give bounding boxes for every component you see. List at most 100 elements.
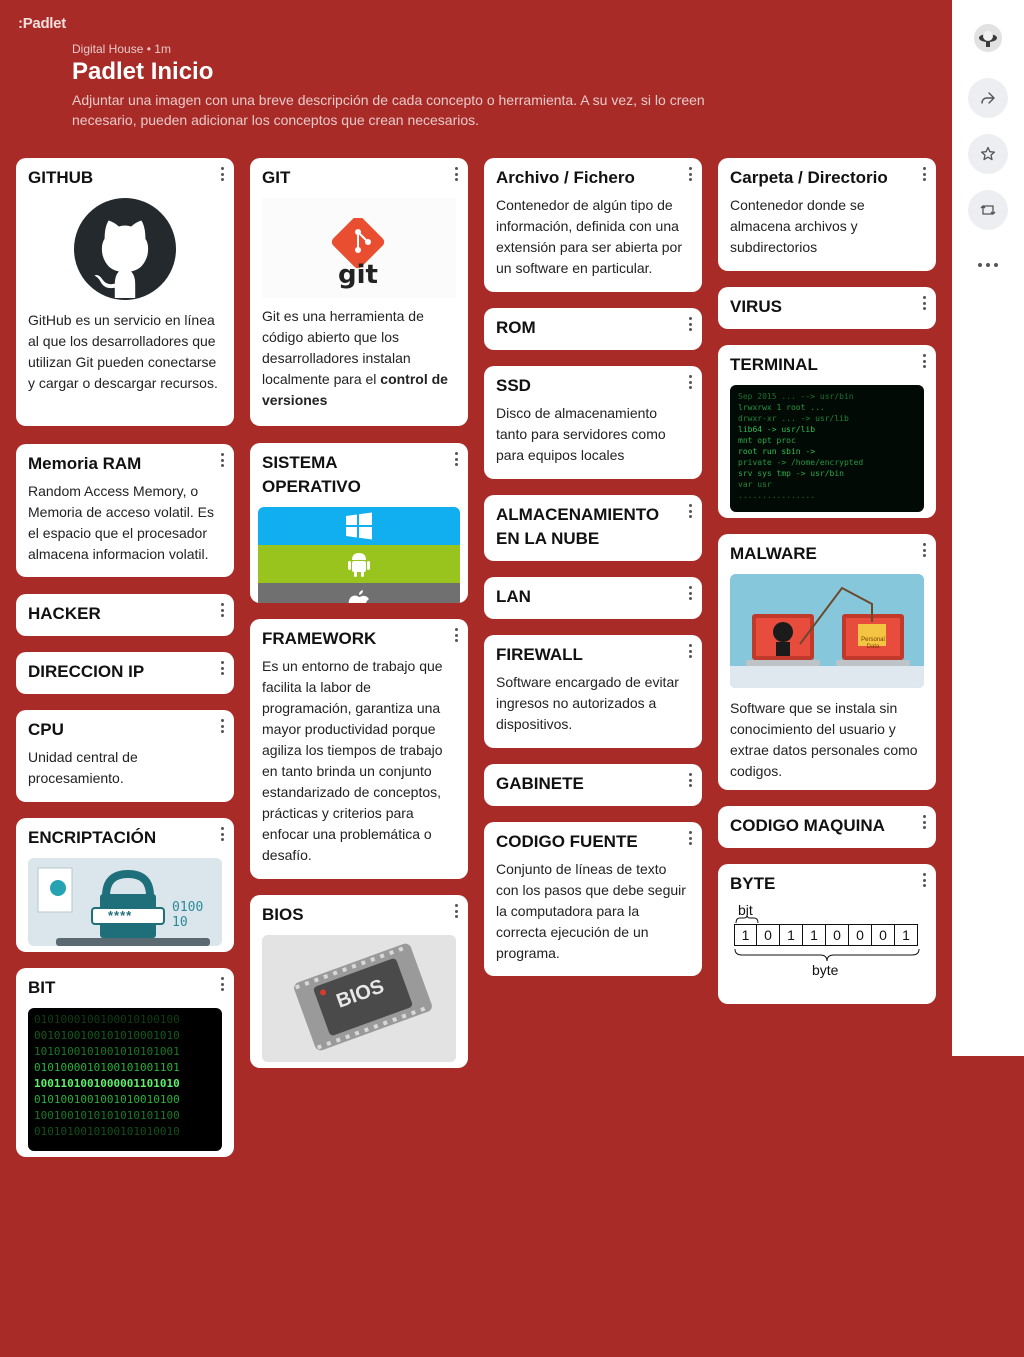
card-menu-icon[interactable] bbox=[218, 661, 226, 675]
card-menu-icon[interactable] bbox=[218, 603, 226, 617]
card-menu-icon[interactable] bbox=[686, 167, 694, 181]
card-byte[interactable]: BYTE bit 10110001 byte bbox=[718, 864, 936, 1004]
bit-cell: 1 bbox=[780, 924, 803, 946]
card-title: GITHUB bbox=[28, 168, 94, 187]
card-menu-icon[interactable] bbox=[920, 873, 928, 887]
card-title: TERMINAL bbox=[730, 355, 818, 374]
remake-button[interactable] bbox=[968, 190, 1008, 230]
card-body: Git es una herramienta de código abierto… bbox=[262, 306, 456, 411]
card-menu-icon[interactable] bbox=[452, 628, 460, 642]
post-meta: Digital House • 1m bbox=[72, 42, 171, 56]
card-carpeta[interactable]: Carpeta / Directorio Contenedor donde se… bbox=[718, 158, 936, 271]
padlet-logo[interactable]: :Padlet bbox=[18, 15, 66, 32]
bit-cell: 1 bbox=[895, 924, 918, 946]
card-virus[interactable]: VIRUS bbox=[718, 287, 936, 329]
card-ssd[interactable]: SSD Disco de almacenamiento tanto para s… bbox=[484, 366, 702, 479]
card-title: BYTE bbox=[730, 874, 776, 893]
bios-chip-image: BIOS bbox=[262, 935, 456, 1062]
card-sistema-operativo[interactable]: SISTEMA OPERATIVO bbox=[250, 443, 468, 603]
card-menu-icon[interactable] bbox=[686, 586, 694, 600]
card-menu-icon[interactable] bbox=[920, 354, 928, 368]
card-title: Memoria RAM bbox=[28, 454, 142, 473]
card-title: HACKER bbox=[28, 604, 101, 623]
card-codigo-maquina[interactable]: CODIGO MAQUINA bbox=[718, 806, 936, 848]
card-body: Conjunto de líneas de texto con los paso… bbox=[496, 861, 686, 961]
windows-icon bbox=[346, 512, 372, 540]
card-body: Disco de almacenamiento tanto para servi… bbox=[496, 405, 666, 463]
card-menu-icon[interactable] bbox=[920, 167, 928, 181]
card-title: FIREWALL bbox=[496, 645, 583, 664]
card-title: Carpeta / Directorio bbox=[730, 168, 888, 187]
card-menu-icon[interactable] bbox=[686, 773, 694, 787]
card-menu-icon[interactable] bbox=[452, 904, 460, 918]
card-bios[interactable]: BIOS BIOS bbox=[250, 895, 468, 1068]
bit-row: 10110001 bbox=[734, 924, 918, 946]
card-memoria-ram[interactable]: Memoria RAM Random Access Memory, o Memo… bbox=[16, 444, 234, 577]
card-menu-icon[interactable] bbox=[218, 167, 226, 181]
card-menu-icon[interactable] bbox=[686, 317, 694, 331]
apple-icon bbox=[348, 590, 369, 603]
card-menu-icon[interactable] bbox=[686, 644, 694, 658]
favorite-button[interactable] bbox=[968, 134, 1008, 174]
card-cpu[interactable]: CPU Unidad central de procesamiento. bbox=[16, 710, 234, 802]
card-title: CPU bbox=[28, 720, 64, 739]
more-button[interactable] bbox=[978, 263, 998, 269]
card-body: Unidad central de procesamiento. bbox=[28, 749, 138, 786]
card-menu-icon[interactable] bbox=[920, 815, 928, 829]
card-malware[interactable]: MALWARE Personal Data Software que se in… bbox=[718, 534, 936, 790]
phishing-laptops-icon bbox=[730, 574, 924, 688]
card-menu-icon[interactable] bbox=[218, 453, 226, 467]
card-gabinete[interactable]: GABINETE bbox=[484, 764, 702, 806]
card-body: Software encargado de evitar ingresos no… bbox=[496, 674, 679, 732]
card-encriptacion[interactable]: ENCRIPTACIÓN **** 0100 10 bbox=[16, 818, 234, 952]
card-body: Contenedor de algún tipo de información,… bbox=[496, 197, 682, 276]
card-menu-icon[interactable] bbox=[218, 827, 226, 841]
card-menu-icon[interactable] bbox=[920, 543, 928, 557]
card-menu-icon[interactable] bbox=[686, 504, 694, 518]
apple-logo bbox=[258, 583, 460, 603]
card-menu-icon[interactable] bbox=[218, 977, 226, 991]
card-lan[interactable]: LAN bbox=[484, 577, 702, 619]
card-github[interactable]: GITHUB GitHub es un servicio en línea al… bbox=[16, 158, 234, 426]
card-direccion-ip[interactable]: DIRECCION IP bbox=[16, 652, 234, 694]
card-title: DIRECCION IP bbox=[28, 662, 145, 681]
encryption-image: **** 0100 10 bbox=[28, 858, 222, 946]
card-title: GIT bbox=[262, 168, 291, 187]
github-logo-icon bbox=[74, 198, 176, 300]
card-menu-icon[interactable] bbox=[920, 296, 928, 310]
remake-icon bbox=[980, 205, 996, 215]
card-title: GABINETE bbox=[496, 774, 584, 793]
star-icon bbox=[980, 146, 996, 161]
card-title: SSD bbox=[496, 376, 531, 395]
card-hacker[interactable]: HACKER bbox=[16, 594, 234, 636]
card-menu-icon[interactable] bbox=[686, 831, 694, 845]
card-terminal[interactable]: TERMINAL Sep 2015 ... --> usr/bin lrwxrw… bbox=[718, 345, 936, 518]
bit-cell: 0 bbox=[872, 924, 895, 946]
card-bit[interactable]: BIT 0101000100100010100100 0010100100101… bbox=[16, 968, 234, 1157]
card-codigo-fuente[interactable]: CODIGO FUENTE Conjunto de líneas de text… bbox=[484, 822, 702, 976]
bits-text: 0100 10 bbox=[172, 900, 204, 930]
card-menu-icon[interactable] bbox=[686, 375, 694, 389]
card-menu-icon[interactable] bbox=[452, 452, 460, 466]
card-almacenamiento-nube[interactable]: ALMACENAMIENTO EN LA NUBE bbox=[484, 495, 702, 561]
card-firewall[interactable]: FIREWALL Software encargado de evitar in… bbox=[484, 635, 702, 748]
time-ago: 1m bbox=[154, 42, 171, 56]
avatar[interactable] bbox=[974, 24, 1002, 52]
card-archivo[interactable]: Archivo / Fichero Contenedor de algún ti… bbox=[484, 158, 702, 292]
share-button[interactable] bbox=[968, 78, 1008, 118]
card-menu-icon[interactable] bbox=[218, 719, 226, 733]
page-title: Padlet Inicio bbox=[72, 58, 214, 85]
card-title: BIOS bbox=[262, 905, 304, 924]
card-git[interactable]: GIT git Git es una herramienta de código… bbox=[250, 158, 468, 426]
git-wordmark: git bbox=[338, 260, 378, 290]
avatar-image bbox=[974, 24, 1002, 52]
password-text: **** bbox=[108, 908, 133, 923]
windows-logo bbox=[258, 507, 460, 545]
byte-label: byte bbox=[812, 962, 839, 978]
terminal-screen-image: Sep 2015 ... --> usr/bin lrwxrwx 1 root … bbox=[730, 385, 924, 512]
card-rom[interactable]: ROM bbox=[484, 308, 702, 350]
card-menu-icon[interactable] bbox=[452, 167, 460, 181]
card-title: VIRUS bbox=[730, 297, 782, 316]
card-framework[interactable]: FRAMEWORK Es un entorno de trabajo que f… bbox=[250, 619, 468, 879]
card-title: CODIGO FUENTE bbox=[496, 832, 638, 851]
